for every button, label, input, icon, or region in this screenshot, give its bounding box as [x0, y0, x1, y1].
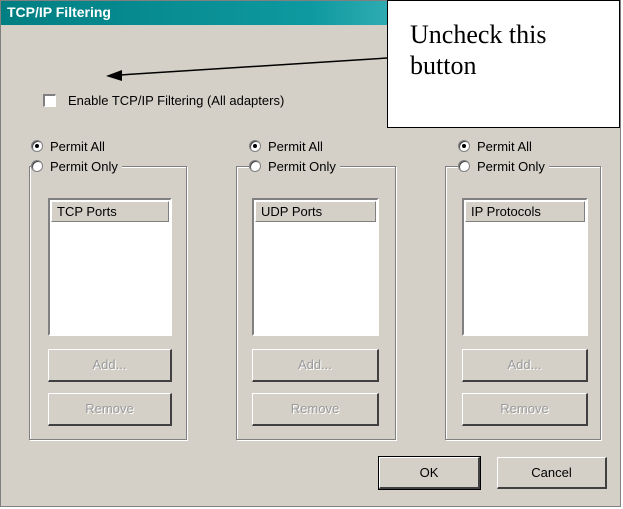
annotation-arrow-icon [106, 57, 388, 81]
